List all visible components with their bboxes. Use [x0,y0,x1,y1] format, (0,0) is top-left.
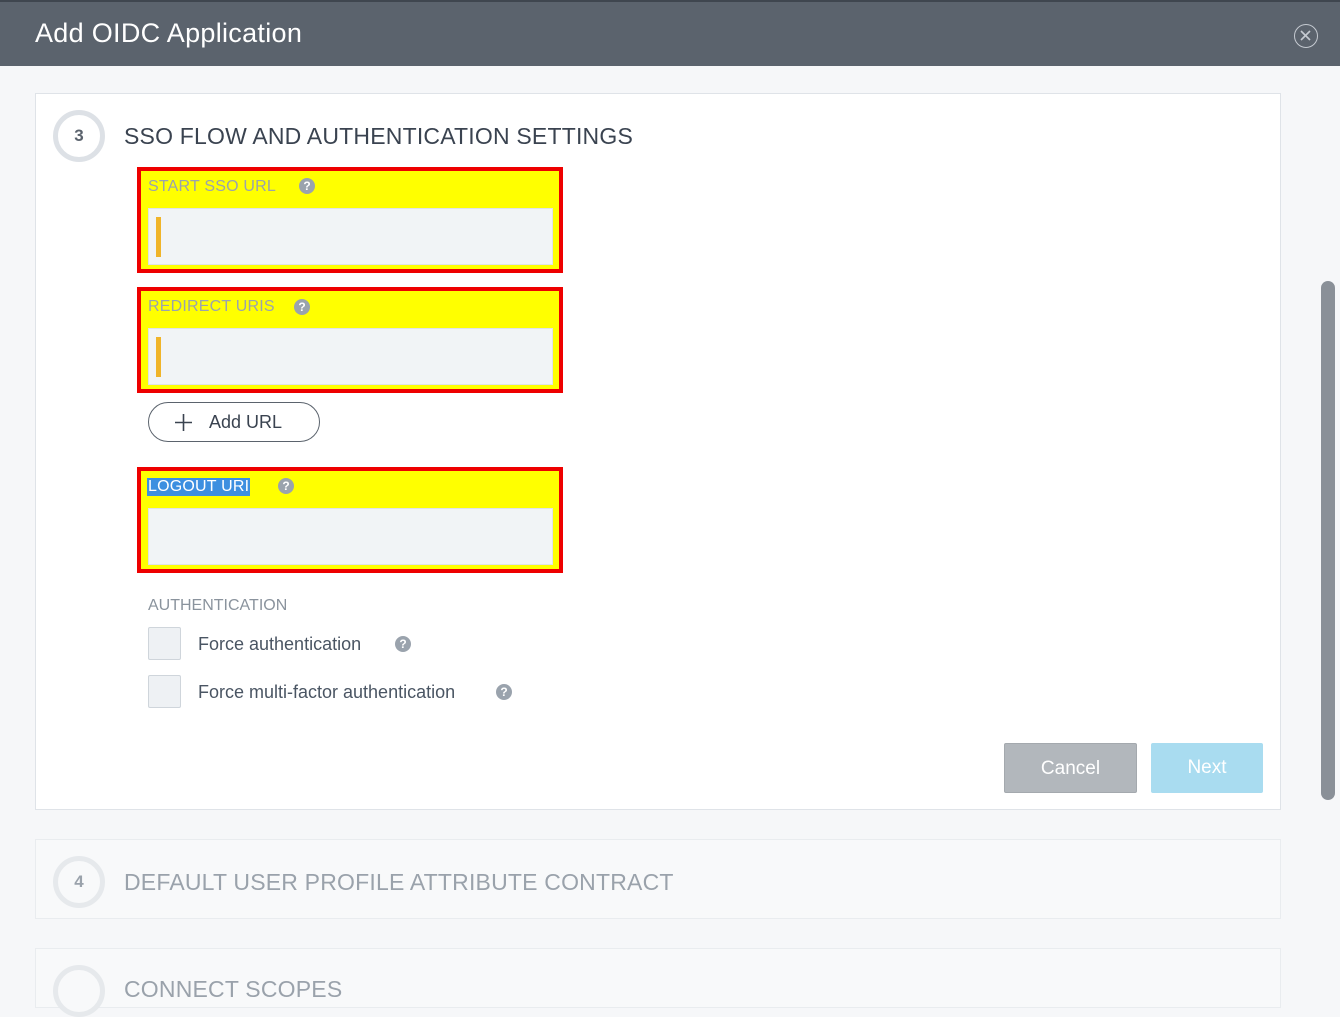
cancel-button[interactable]: Cancel [1004,743,1137,793]
force-mfa-label: Force multi-factor authentication [198,682,456,702]
add-url-button[interactable]: Add URL [148,402,320,442]
help-icon[interactable]: ? [294,299,310,315]
dialog-title: Add OIDC Application [35,18,303,48]
logout-uri-input[interactable] [148,508,553,565]
plus-icon [175,414,192,431]
redirect-uri-input[interactable] [148,328,553,385]
add-url-label: Add URL [209,412,283,432]
help-icon[interactable]: ? [496,684,512,700]
start-sso-url-field: START SSO URL ? [137,167,563,273]
step-5-panel[interactable]: CONNECT SCOPES [35,948,1281,1017]
logout-uri-label: LOGOUT URI [147,478,251,496]
start-sso-url-input[interactable] [148,208,553,265]
required-marker [156,337,161,377]
help-icon[interactable]: ? [395,636,411,652]
next-button[interactable]: Next [1151,743,1263,793]
logout-uri-field: LOGOUT URI ? [137,467,563,573]
help-icon[interactable]: ? [278,478,294,494]
scrollbar-thumb[interactable] [1321,281,1335,800]
authentication-header: AUTHENTICATION [148,597,288,614]
step-number-badge [53,965,105,1017]
start-sso-url-label: START SSO URL [148,178,276,195]
step-title: CONNECT SCOPES [124,976,343,1002]
redirect-uris-field: REDIRECT URIS ? [137,287,563,393]
help-icon[interactable]: ? [299,178,315,194]
step-4-panel[interactable]: 4 DEFAULT USER PROFILE ATTRIBUTE CONTRAC… [35,839,1281,919]
force-mfa-checkbox[interactable] [148,675,181,708]
step-title: SSO FLOW AND AUTHENTICATION SETTINGS [124,123,633,149]
step-number-badge: 4 [53,856,105,908]
redirect-uris-label: REDIRECT URIS [148,298,275,315]
required-marker [156,217,161,257]
close-icon[interactable] [1294,24,1318,48]
force-authentication-label: Force authentication [198,634,362,654]
step-number-badge: 3 [53,110,105,162]
step-title: DEFAULT USER PROFILE ATTRIBUTE CONTRACT [124,869,674,895]
dialog-header: Add OIDC Application [0,0,1340,66]
force-authentication-checkbox[interactable] [148,627,181,660]
